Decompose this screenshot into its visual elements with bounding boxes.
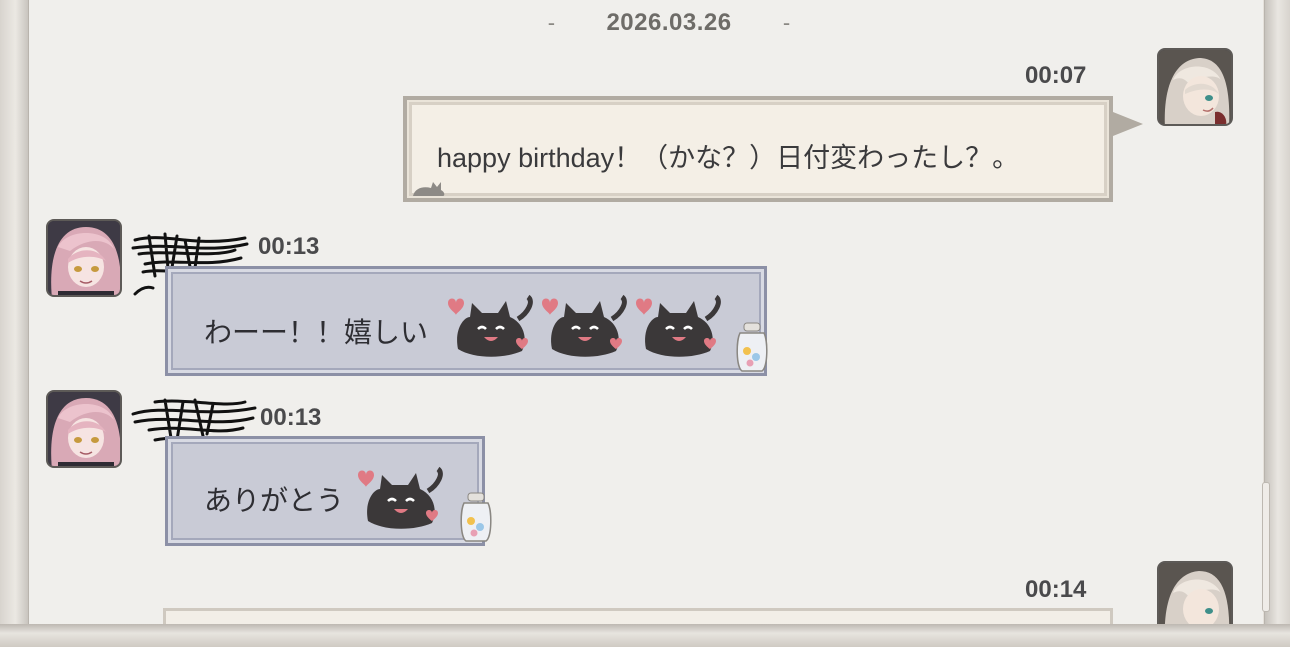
date-label: 2026.03.26: [606, 9, 732, 36]
bubble-tail: [1113, 112, 1143, 136]
date-separator: - 2026.03.26 -: [529, 8, 809, 38]
message-bubble-other[interactable]: わーー！！嬉しい: [165, 266, 768, 376]
message-bubble-partial: [163, 608, 1113, 624]
chat-panel[interactable]: - 2026.03.26 - 00:07 happy birthday！（かな？…: [29, 0, 1263, 624]
message-text: ありがとう: [204, 485, 345, 516]
message-time: 00:13: [260, 404, 322, 431]
message-time: 00:14: [1025, 576, 1087, 603]
heart-cat-sticker-icon: [542, 294, 627, 357]
candy-jar-icon: [460, 492, 492, 542]
avatar-self[interactable]: [1157, 561, 1233, 624]
candy-jar-icon: [736, 322, 768, 372]
window-frame-left: [0, 0, 29, 647]
message-text: わーー！！嬉しい: [204, 317, 429, 348]
message-text: happy birthday！（かな？）日付変わったし？。: [437, 143, 1020, 173]
avatar-other[interactable]: [46, 390, 122, 468]
heart-cat-sticker-icon: [358, 466, 443, 529]
scrollbar-thumb[interactable]: [1262, 482, 1270, 612]
date-dash-left: -: [547, 10, 556, 35]
message-bubble-self[interactable]: happy birthday！（かな？）日付変わったし？。: [403, 96, 1143, 202]
message-time: 00:13: [258, 233, 320, 260]
date-dash-right: -: [782, 10, 791, 35]
heart-cat-sticker-icon: [636, 294, 721, 357]
heart-cat-sticker-icon: [448, 294, 533, 357]
window-frame-bottom: [0, 624, 1290, 647]
avatar-self[interactable]: [1157, 48, 1233, 126]
cat-silhouette-icon: [413, 182, 445, 196]
message-time: 00:07: [1025, 62, 1087, 89]
avatar-other[interactable]: [46, 219, 122, 297]
message-bubble-other[interactable]: ありがとう: [165, 436, 492, 546]
